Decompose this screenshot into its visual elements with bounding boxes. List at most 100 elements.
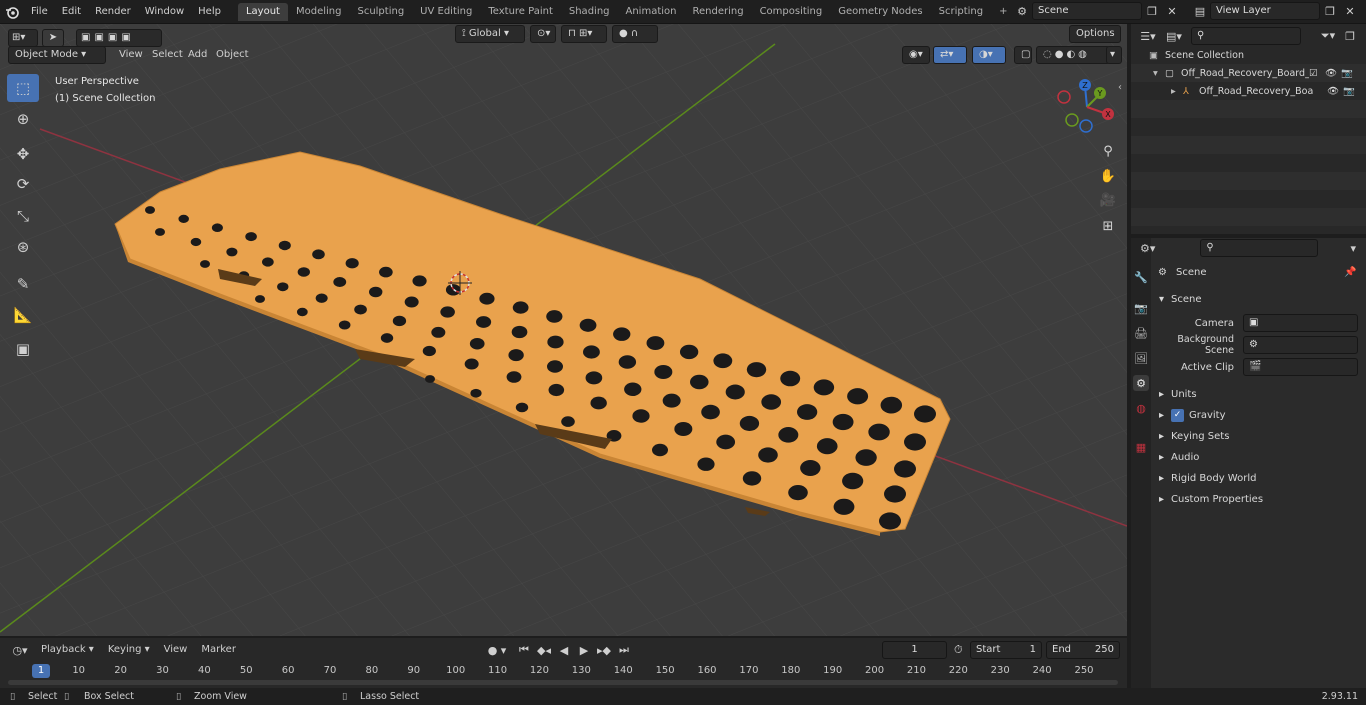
visibility-icon[interactable]: ◉▾ bbox=[902, 46, 930, 64]
expand-arrow-icon[interactable]: ▸ bbox=[1171, 86, 1183, 97]
render-tab-icon[interactable]: 📷 bbox=[1133, 300, 1149, 316]
tab-sculpting[interactable]: Sculpting bbox=[349, 3, 412, 21]
pin-icon[interactable]: 📌 bbox=[1344, 267, 1356, 278]
camera-field[interactable]: ▣ bbox=[1243, 314, 1358, 332]
zoom-icon[interactable]: ⚲ bbox=[1097, 140, 1119, 162]
tab-texture-paint[interactable]: Texture Paint bbox=[480, 3, 561, 21]
new-view-layer-icon[interactable]: ❐ bbox=[1320, 2, 1340, 20]
add-cube-tool-icon[interactable]: ▣ bbox=[7, 335, 39, 363]
outliner-row-object[interactable]: ▸ ⅄ Off_Road_Recovery_Boa 👁 📷 bbox=[1131, 82, 1366, 100]
perspective-toggle-icon[interactable]: ⊞ bbox=[1097, 215, 1119, 237]
neg-x-handle[interactable] bbox=[1057, 90, 1071, 104]
gravity-panel[interactable]: ▸ ✓ Gravity bbox=[1152, 405, 1226, 425]
delete-scene-icon[interactable]: ✕ bbox=[1162, 2, 1182, 20]
scale-tool-icon[interactable]: ⤡ bbox=[7, 202, 39, 230]
world-tab-icon[interactable]: ◍ bbox=[1133, 400, 1149, 416]
outliner-editor-type-icon[interactable]: ☰▾ bbox=[1135, 27, 1161, 45]
xray-toggle-icon[interactable]: ▢ bbox=[1014, 46, 1032, 64]
scene-tab-icon[interactable]: ⚙ bbox=[1133, 375, 1149, 391]
checkbox-icon[interactable]: ☑ bbox=[1309, 68, 1325, 79]
sidebar-toggle-icon[interactable]: ‹ bbox=[1118, 82, 1122, 93]
output-tab-icon[interactable]: 🖨 bbox=[1133, 325, 1149, 341]
camera-icon[interactable]: 📷 bbox=[1341, 68, 1357, 79]
tab-rendering[interactable]: Rendering bbox=[684, 3, 751, 21]
select-tool-button[interactable]: ➤ bbox=[42, 29, 64, 47]
blender-logo-icon[interactable] bbox=[0, 3, 24, 21]
select-box-tool-icon[interactable]: ⬚ bbox=[7, 74, 39, 102]
custom-properties-panel[interactable]: ▸ Custom Properties bbox=[1152, 489, 1263, 509]
outliner-row-scene-collection[interactable]: ▣ Scene Collection bbox=[1131, 46, 1366, 64]
scene-panel-header[interactable]: ▾ Scene bbox=[1152, 289, 1362, 309]
tab-scripting[interactable]: Scripting bbox=[931, 3, 991, 21]
3d-viewport[interactable]: ⊞▾ ➤ ▣▣▣▣ Object Mode ▾ View Select Add … bbox=[0, 24, 1127, 636]
empty-object-icon: ⅄ bbox=[1183, 85, 1189, 97]
pan-hand-icon[interactable]: ✋ bbox=[1097, 165, 1119, 187]
properties-search-input[interactable]: ⚲ bbox=[1200, 239, 1318, 257]
texture-tab-icon[interactable]: ▦ bbox=[1133, 439, 1149, 455]
cursor-tool-icon[interactable]: ⊕ bbox=[7, 105, 39, 133]
transform-orientation-dropdown[interactable]: ⟟ Global ▾ bbox=[455, 25, 525, 43]
view-layer-tab-icon[interactable]: 🖼 bbox=[1133, 350, 1149, 366]
scene-field[interactable]: Scene bbox=[1032, 2, 1142, 20]
neg-z-handle[interactable] bbox=[1079, 119, 1093, 133]
rigid-body-world-panel[interactable]: ▸ Rigid Body World bbox=[1152, 468, 1256, 488]
viewport-menu-object[interactable]: Object bbox=[209, 45, 256, 65]
tab-geometry-nodes[interactable]: Geometry Nodes bbox=[830, 3, 930, 21]
outliner-search-input[interactable]: ⚲ bbox=[1191, 27, 1301, 45]
tab-shading[interactable]: Shading bbox=[561, 3, 618, 21]
object-mode-label: Object Mode bbox=[15, 49, 78, 60]
proportional-edit-icon[interactable]: ● ∩ bbox=[612, 25, 658, 43]
timeline-scrollbar[interactable] bbox=[8, 680, 1118, 685]
gravity-checkbox[interactable]: ✓ bbox=[1171, 408, 1184, 422]
tab-animation[interactable]: Animation bbox=[618, 3, 685, 21]
options-dropdown[interactable]: Options ▾ bbox=[1069, 25, 1121, 55]
shading-mode-buttons[interactable]: ◌●◐◍ bbox=[1036, 46, 1110, 64]
outliner-row-collection[interactable]: ▾ ▢ Off_Road_Recovery_Board_C ☑ 👁 📷 bbox=[1131, 64, 1366, 82]
active-clip-field[interactable]: 🎬 bbox=[1243, 358, 1358, 376]
move-tool-icon[interactable]: ✥ bbox=[7, 140, 39, 168]
properties-editor-type-icon[interactable]: ⚙▾ bbox=[1135, 239, 1160, 257]
rotate-tool-icon[interactable]: ⟳ bbox=[7, 170, 39, 198]
background-scene-field[interactable]: ⚙ bbox=[1243, 336, 1358, 354]
tab-uv-editing[interactable]: UV Editing bbox=[412, 3, 480, 21]
menu-render[interactable]: Render bbox=[88, 2, 138, 22]
eye-icon[interactable]: 👁 bbox=[1325, 68, 1341, 79]
audio-panel[interactable]: ▸ Audio bbox=[1152, 447, 1199, 467]
expand-arrow-icon[interactable]: ▾ bbox=[1153, 68, 1165, 79]
snap-icon[interactable]: ⊓ ⊞▾ bbox=[561, 25, 607, 43]
camera-view-icon[interactable]: 🎥 bbox=[1097, 189, 1119, 211]
view-layer-field[interactable]: View Layer bbox=[1210, 2, 1320, 20]
filter-icon[interactable]: ⏷▾ bbox=[1315, 27, 1341, 45]
new-scene-icon[interactable]: ❐ bbox=[1142, 2, 1162, 20]
tab-layout[interactable]: Layout bbox=[237, 2, 288, 21]
menu-edit[interactable]: Edit bbox=[55, 2, 88, 22]
playhead[interactable]: 1 bbox=[32, 664, 50, 678]
properties-options-icon[interactable]: ▾ bbox=[1344, 239, 1363, 257]
menu-file[interactable]: File bbox=[24, 2, 55, 22]
tab-modeling[interactable]: Modeling bbox=[288, 3, 350, 21]
units-panel[interactable]: ▸ Units bbox=[1152, 384, 1197, 404]
navigation-gizmo[interactable]: Z Y X bbox=[1055, 77, 1119, 137]
transform-tool-icon[interactable]: ⊛ bbox=[7, 233, 39, 261]
display-mode-icon[interactable]: ▤▾ bbox=[1161, 27, 1187, 45]
scene-icon[interactable]: ⚙ bbox=[1012, 2, 1032, 20]
measure-tool-icon[interactable]: 📐 bbox=[7, 301, 39, 329]
tool-tab-icon[interactable]: 🔧 bbox=[1133, 269, 1149, 285]
new-collection-icon[interactable]: ❐ bbox=[1341, 27, 1359, 45]
object-mode-dropdown[interactable]: Object Mode ▾ bbox=[8, 46, 106, 64]
editor-type-button[interactable]: ⊞▾ bbox=[8, 29, 38, 47]
keying-sets-panel[interactable]: ▸ Keying Sets bbox=[1152, 426, 1229, 446]
view-layer-icon[interactable]: ▤ bbox=[1190, 2, 1210, 20]
overlays-toggle-icon[interactable]: ◑▾ bbox=[972, 46, 1006, 64]
menu-window[interactable]: Window bbox=[138, 2, 191, 22]
camera-icon[interactable]: 📷 bbox=[1343, 86, 1359, 97]
eye-icon[interactable]: 👁 bbox=[1327, 86, 1343, 97]
menu-help[interactable]: Help bbox=[191, 2, 228, 22]
pivot-point-icon[interactable]: ⊙▾ bbox=[530, 25, 556, 43]
shading-options-icon[interactable]: ▾ bbox=[1106, 46, 1122, 64]
neg-y-handle[interactable] bbox=[1065, 113, 1079, 127]
tab-compositing[interactable]: Compositing bbox=[752, 3, 831, 21]
delete-view-layer-icon[interactable]: ✕ bbox=[1340, 2, 1360, 20]
gizmo-toggle-icon[interactable]: ⇄▾ bbox=[933, 46, 967, 64]
annotate-tool-icon[interactable]: ✎ bbox=[7, 270, 39, 298]
